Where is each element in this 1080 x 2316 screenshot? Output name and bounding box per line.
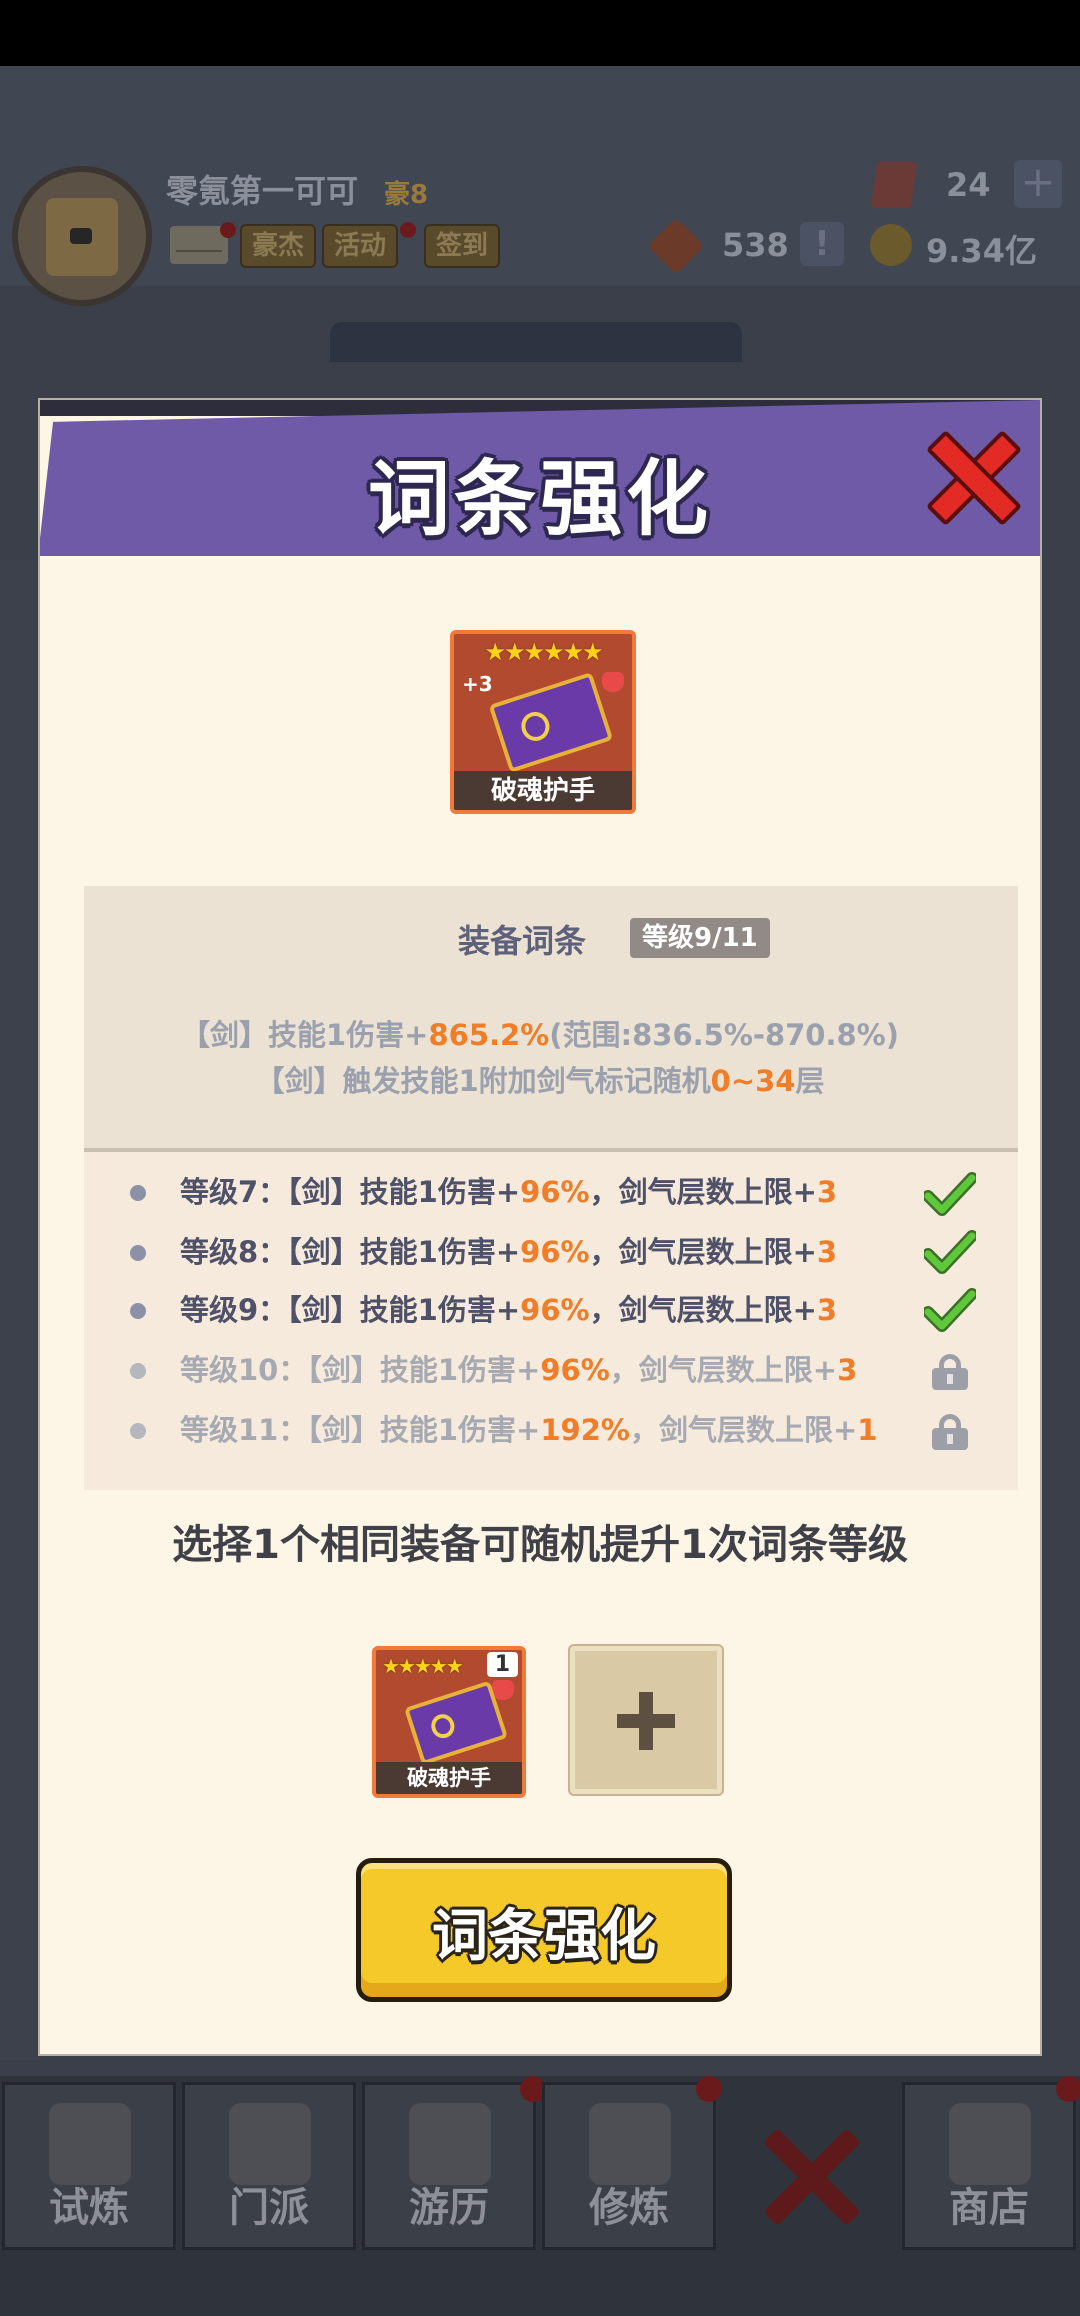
lock-icon [932,1354,968,1390]
nav-label: 试炼 [49,2185,129,2231]
affix-line-damage: 【剑】技能1伤害+865.2%(范围:836.5%-870.8%) [181,1018,899,1052]
affix-upgrade-button[interactable]: 词条强化 [356,1858,732,2002]
material-card[interactable]: ★★★★★ 1 破魂护手 [372,1646,526,1798]
check-icon [922,1230,978,1274]
temple-icon [229,2103,311,2185]
background-tab [330,322,742,362]
heart-icon [492,1680,514,1700]
event-notification-dot [400,222,416,238]
nav-label: 商店 [949,2185,1029,2231]
nav-label: 游历 [409,2185,489,2231]
divider [84,1148,1018,1152]
shop-notification-dot [1056,2076,1080,2102]
equipment-card[interactable]: ★★★★★★ +3 破魂护手 [450,630,636,814]
mail-notification-dot [220,222,236,238]
nav-close-icon[interactable] [756,2122,866,2232]
info-button[interactable]: ! [800,222,844,266]
player-name: 零氪第一可可 [166,172,359,210]
enhance-level: +3 [462,672,493,696]
lock-icon [932,1414,968,1450]
nav-sect[interactable]: 门派 [182,2082,356,2250]
ninja-icon [49,2103,131,2185]
nav-cultivate[interactable]: 修炼 [542,2082,716,2250]
hero-button[interactable]: 豪杰 [240,224,317,268]
add-material-slot[interactable] [568,1644,724,1796]
check-icon [922,1288,978,1332]
material-count: 1 [486,1652,518,1677]
status-bar [0,0,1080,66]
gauntlet-icon [403,1680,508,1766]
gold-coin-icon [870,224,912,266]
check-icon [922,1172,978,1216]
affix-upgrade-button-label: 词条强化 [432,1904,656,1969]
star-rating: ★★★★★★ [484,638,603,666]
add-gems-button[interactable]: + [1014,160,1062,208]
background-panel-edge [0,560,40,2060]
player-avatar[interactable] [12,166,152,306]
player-rank: 豪8 [384,180,429,210]
book-icon [589,2103,671,2185]
nav-label: 修炼 [589,2185,669,2231]
chest-icon [46,198,118,276]
material-name: 破魂护手 [376,1762,522,1794]
checkin-button[interactable]: 签到 [424,224,501,268]
nav-travel[interactable]: 游历 [362,2082,536,2250]
shop-icon [949,2103,1031,2185]
cultivate-notification-dot [696,2076,722,2102]
nav-label: 门派 [229,2185,309,2231]
nav-trial[interactable]: 试炼 [2,2082,176,2250]
upgrade-hint: 选择1个相同装备可随机提升1次词条等级 [172,1522,908,1568]
game-header [0,66,1080,286]
gem-icon [870,162,918,208]
dialog-title: 词条强化 [367,452,712,547]
gauntlet-icon [488,671,613,774]
heart-icon [602,672,624,692]
affix-line-mark: 【剑】触发技能1附加剑气标记随机0~34层 [255,1064,825,1098]
close-button[interactable] [925,429,1023,527]
token-count: 538 [722,226,789,264]
affix-panel-title: 装备词条 [458,922,587,960]
nav-shop[interactable]: 商店 [902,2082,1076,2250]
gold-count: 9.34亿 [926,232,1037,270]
mountain-icon [409,2103,491,2185]
equipment-name: 破魂护手 [454,771,632,810]
gem-count: 24 [946,166,991,204]
affix-level-badge: 等级9/11 [630,918,770,958]
event-button[interactable]: 活动 [322,224,399,268]
